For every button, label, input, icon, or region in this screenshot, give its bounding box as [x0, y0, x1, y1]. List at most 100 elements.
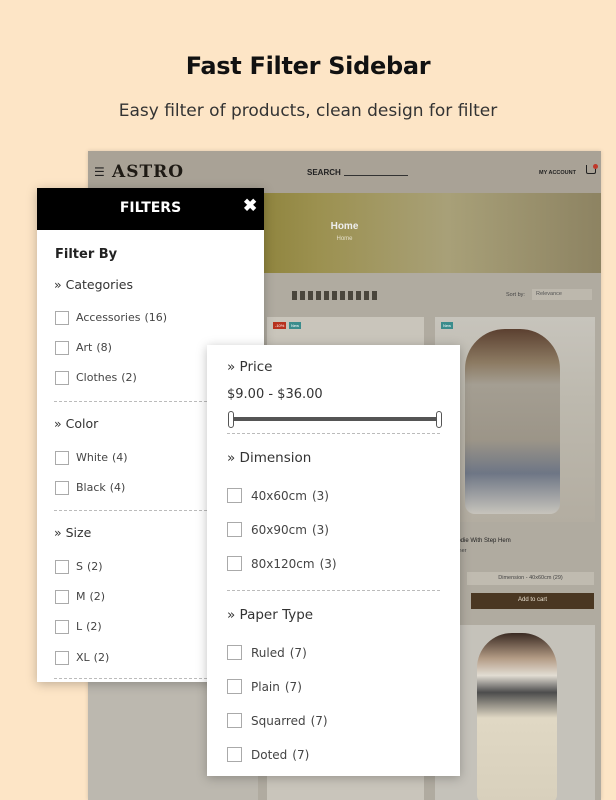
checkbox[interactable] — [55, 619, 69, 634]
checkbox[interactable] — [227, 713, 242, 729]
option-label: Squarred — [251, 713, 306, 728]
price-section-title[interactable]: » Price — [227, 359, 272, 375]
filter-option-art[interactable]: Art (8) — [55, 339, 112, 355]
promo-title: Fast Filter Sidebar — [185, 52, 431, 80]
option-label: Clothes — [76, 371, 118, 385]
filters-header: FILTERS ✖ — [37, 188, 264, 230]
filter-panel-price: » Price $9.00 - $36.00 » Dimension 40x60… — [207, 345, 460, 776]
sale-badge: -10% — [273, 322, 287, 329]
filters-title: FILTERS — [119, 200, 182, 216]
checkbox[interactable] — [55, 650, 69, 665]
filter-option-black[interactable]: Black (4) — [55, 479, 126, 495]
filter-option-80x120cm[interactable]: 80x120cm (3) — [227, 555, 337, 572]
option-count: (7) — [284, 679, 302, 694]
promo-subtitle: Easy filter of products, clean design fo… — [118, 101, 498, 121]
option-count: (8) — [96, 341, 112, 355]
grid-view-switcher[interactable] — [292, 291, 378, 300]
filter-option-l[interactable]: L (2) — [55, 618, 102, 634]
option-label: Plain — [251, 679, 280, 694]
checkbox[interactable] — [55, 450, 69, 465]
option-count: (3) — [311, 522, 329, 537]
checkbox[interactable] — [227, 522, 242, 538]
checkbox[interactable] — [55, 310, 69, 325]
filter-option-xl[interactable]: XL (2) — [55, 649, 110, 665]
checkbox[interactable] — [55, 370, 69, 385]
filter-by-heading: Filter By — [55, 247, 118, 262]
checkbox[interactable] — [55, 589, 69, 604]
option-count: (2) — [93, 651, 110, 665]
size-section-title[interactable]: » Size — [54, 525, 91, 540]
option-count: (16) — [144, 311, 168, 325]
checkbox[interactable] — [227, 679, 242, 695]
new-badge: New — [441, 322, 454, 329]
option-count: (3) — [311, 488, 329, 503]
checkbox[interactable] — [227, 747, 242, 763]
option-count: (7) — [289, 645, 307, 660]
checkbox[interactable] — [55, 480, 69, 495]
sort-label: Sort by: — [506, 292, 525, 298]
dimension-select[interactable]: Dimension - 40x60cm (29) — [467, 572, 594, 585]
filter-option-white[interactable]: White (4) — [55, 449, 128, 465]
option-label: XL — [76, 651, 90, 665]
dimension-section-title[interactable]: » Dimension — [227, 450, 311, 466]
option-count: (2) — [121, 371, 137, 385]
option-label: Black — [76, 481, 106, 495]
shop-logo[interactable]: ASTRO — [112, 162, 184, 182]
filter-option-s[interactable]: S (2) — [55, 558, 103, 574]
checkbox[interactable] — [227, 488, 242, 504]
search-label[interactable]: SEARCH — [307, 168, 341, 177]
color-section-title[interactable]: » Color — [54, 416, 98, 431]
option-count: (7) — [310, 713, 328, 728]
filter-option-doted[interactable]: Doted (7) — [227, 746, 310, 763]
option-label: 60x90cm — [251, 522, 307, 537]
price-slider-min-handle[interactable] — [228, 411, 234, 428]
option-label: M — [76, 590, 86, 604]
search-input[interactable] — [344, 175, 408, 176]
option-count: (2) — [89, 590, 106, 604]
option-count: (4) — [109, 481, 126, 495]
option-count: (2) — [86, 620, 102, 634]
price-slider-max-handle[interactable] — [436, 411, 442, 428]
section-divider — [227, 590, 440, 591]
filter-option-m[interactable]: M (2) — [55, 588, 106, 604]
shop-navbar: ☰ ASTRO SEARCH MY ACCOUNT — [88, 151, 601, 193]
section-divider — [227, 433, 440, 434]
paper-type-section-title[interactable]: » Paper Type — [227, 607, 313, 623]
checkbox[interactable] — [227, 645, 242, 661]
product-image[interactable] — [465, 329, 560, 514]
option-label: Art — [76, 341, 93, 355]
filter-option-60x90cm[interactable]: 60x90cm (3) — [227, 521, 329, 538]
filter-option-plain[interactable]: Plain (7) — [227, 678, 302, 695]
filter-option-squarred[interactable]: Squarred (7) — [227, 712, 328, 729]
option-label: Ruled — [251, 645, 285, 660]
filter-option-clothes[interactable]: Clothes (2) — [55, 369, 137, 385]
option-label: Accessories — [76, 311, 141, 325]
product-image[interactable] — [477, 633, 557, 800]
filter-option-accessories[interactable]: Accessories (16) — [55, 309, 168, 325]
add-to-cart-button[interactable]: Add to cart — [471, 593, 594, 609]
my-account-link[interactable]: MY ACCOUNT — [539, 170, 576, 176]
option-label: White — [76, 451, 108, 465]
option-label: 80x120cm — [251, 556, 315, 571]
new-badge: New — [289, 322, 302, 329]
categories-section-title[interactable]: » Categories — [54, 277, 133, 292]
sort-select[interactable]: Relevance — [532, 289, 592, 300]
option-label: S — [76, 560, 83, 574]
option-count: (3) — [319, 556, 337, 571]
option-count: (4) — [112, 451, 128, 465]
filter-option-40x60cm[interactable]: 40x60cm (3) — [227, 487, 329, 504]
close-icon[interactable]: ✖ — [243, 196, 257, 216]
checkbox[interactable] — [55, 340, 69, 355]
price-slider-fill — [229, 417, 441, 421]
filter-option-ruled[interactable]: Ruled (7) — [227, 644, 307, 661]
option-label: L — [76, 620, 83, 634]
price-slider-track[interactable] — [229, 417, 441, 421]
option-count: (7) — [292, 747, 310, 762]
checkbox[interactable] — [227, 556, 242, 572]
price-range-label: $9.00 - $36.00 — [227, 387, 323, 402]
option-label: Doted — [251, 747, 288, 762]
option-count: (2) — [86, 560, 103, 574]
menu-icon[interactable]: ☰ — [94, 165, 105, 179]
checkbox[interactable] — [55, 559, 69, 574]
cart-count-badge — [593, 164, 598, 169]
